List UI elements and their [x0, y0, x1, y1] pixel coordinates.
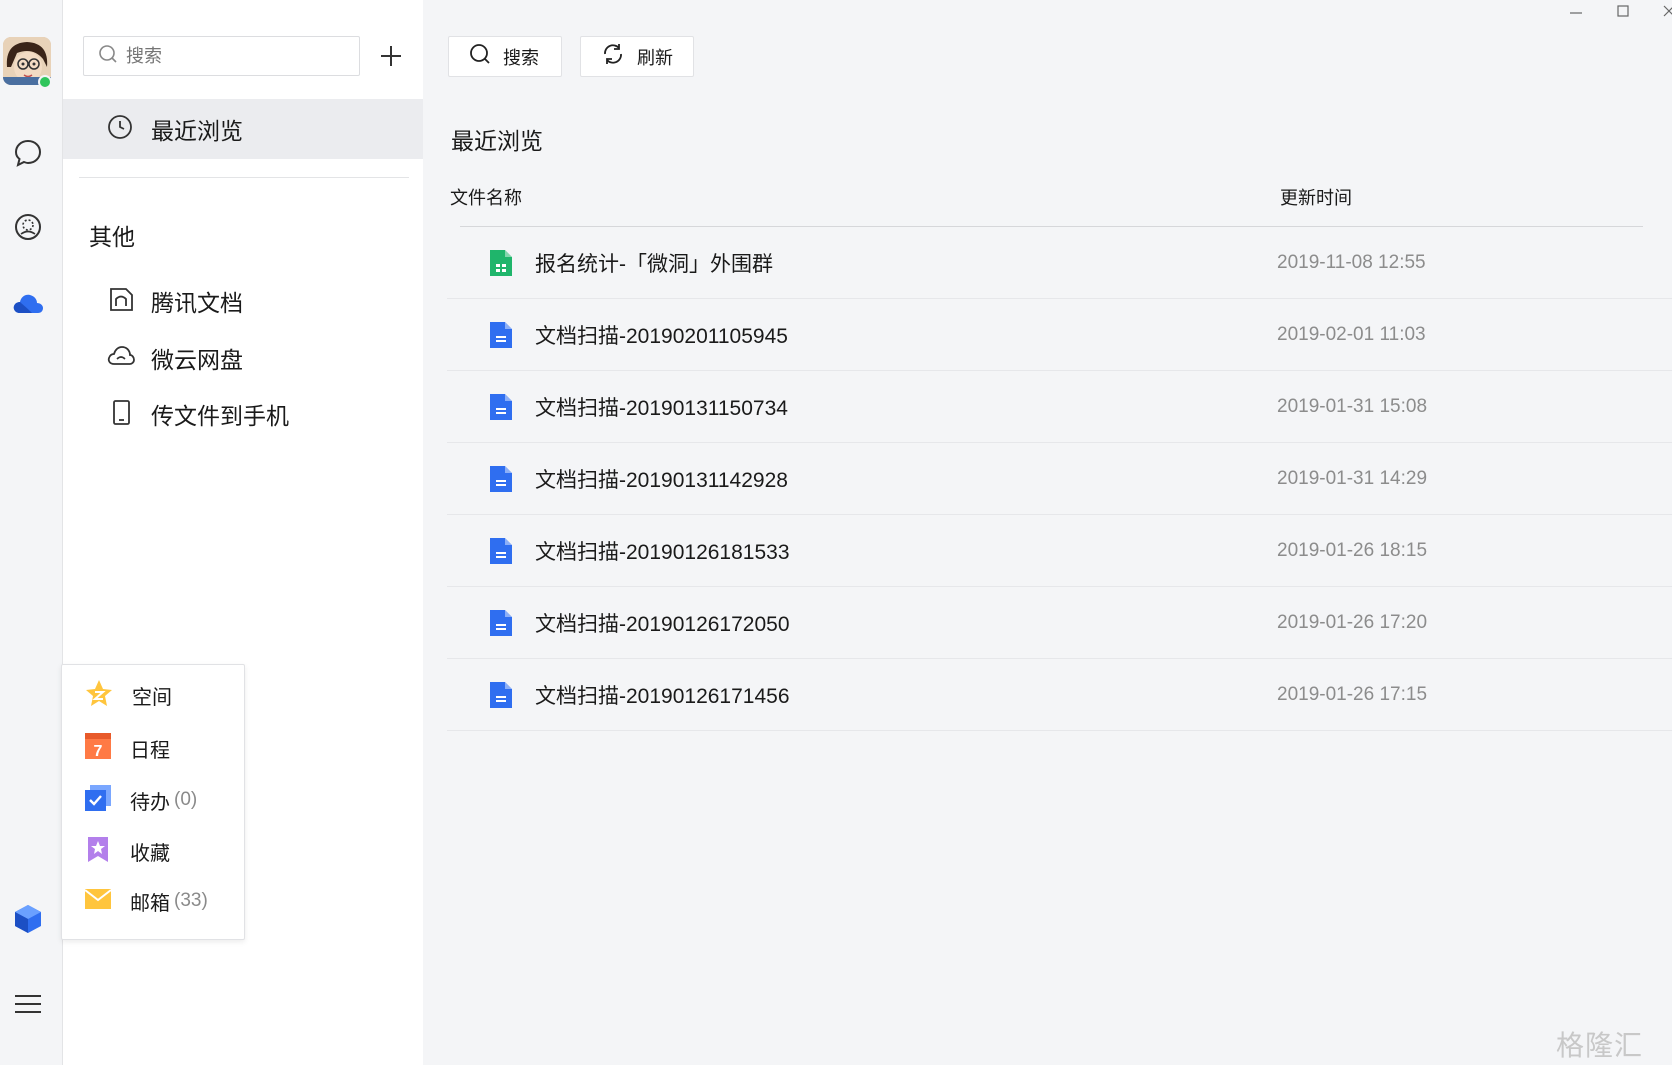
- file-row[interactable]: 文档扫描-20190201105945 2019-02-01 11:03: [447, 299, 1672, 371]
- search-box[interactable]: [83, 36, 360, 76]
- refresh-button-label: 刷新: [637, 47, 673, 68]
- menu-item-space[interactable]: 空间: [84, 675, 172, 715]
- left-rail: [0, 0, 63, 1065]
- maximize-icon: [1617, 5, 1629, 17]
- file-name: 文档扫描-20190201105945: [535, 324, 788, 348]
- sidebar-item-label: 最近浏览: [151, 118, 243, 144]
- search-icon: [469, 43, 491, 70]
- apps-popup-menu: 空间 7 日程 待办 (0) 收藏 邮箱 (33): [61, 664, 245, 940]
- divider: [79, 177, 409, 178]
- sidebar-item-tencent-docs[interactable]: 腾讯文档: [107, 281, 243, 321]
- file-updated-time: 2019-01-26 17:20: [1277, 611, 1428, 633]
- close-button[interactable]: [1649, 0, 1672, 22]
- search-button[interactable]: 搜索: [448, 36, 562, 77]
- sheet-file-icon: [489, 249, 513, 277]
- file-name: 文档扫描-20190126171456: [535, 684, 790, 708]
- mail-count: (33): [174, 890, 208, 911]
- file-updated-time: 2019-11-08 12:55: [1277, 251, 1426, 273]
- menu-item-label: 空间: [132, 686, 172, 709]
- file-name: 文档扫描-20190126172050: [535, 612, 790, 636]
- file-row[interactable]: 文档扫描-20190126172050 2019-01-26 17:20: [447, 587, 1672, 659]
- file-name: 文档扫描-20190126181533: [535, 540, 790, 564]
- menu-item-label: 日程: [130, 739, 170, 762]
- mail-icon: [84, 887, 112, 916]
- favorites-icon: [84, 835, 112, 868]
- doc-file-icon: [489, 465, 513, 493]
- doc-file-icon: [489, 681, 513, 709]
- space-star-icon: [84, 678, 114, 713]
- column-header-name[interactable]: 文件名称: [450, 184, 522, 210]
- refresh-icon: [601, 43, 625, 70]
- menu-item-calendar[interactable]: 7 日程: [84, 728, 170, 768]
- main-pane: 搜索 刷新 最近浏览 文件名称 更新时间 报名统计-「微洞」外围群 2019-11…: [423, 0, 1672, 1065]
- online-status-dot: [38, 75, 52, 89]
- cloud-icon[interactable]: [12, 287, 44, 319]
- todo-count: (0): [174, 789, 198, 810]
- page-title: 最近浏览: [451, 128, 543, 154]
- menu-item-favorites[interactable]: 收藏: [84, 831, 170, 871]
- file-updated-time: 2019-01-31 14:29: [1277, 467, 1428, 489]
- minimize-button[interactable]: [1556, 0, 1596, 22]
- watermark: 格隆汇: [1556, 1029, 1644, 1062]
- file-row[interactable]: 文档扫描-20190131150734 2019-01-31 15:08: [447, 371, 1672, 443]
- add-button[interactable]: [371, 36, 411, 76]
- menu-item-label: 收藏: [130, 842, 170, 865]
- file-row[interactable]: 文档扫描-20190126171456 2019-01-26 17:15: [447, 659, 1672, 731]
- doc-file-icon: [489, 537, 513, 565]
- file-name: 文档扫描-20190131142928: [535, 468, 788, 492]
- menu-item-mail[interactable]: 邮箱 (33): [84, 881, 208, 921]
- search-button-label: 搜索: [503, 47, 539, 68]
- workspace-icon[interactable]: [12, 903, 44, 935]
- file-row[interactable]: 文档扫描-20190131142928 2019-01-31 14:29: [447, 443, 1672, 515]
- svg-text:7: 7: [94, 743, 103, 760]
- todo-icon: [84, 784, 112, 817]
- sidebar-item-send-to-phone[interactable]: 传文件到手机: [107, 394, 289, 434]
- file-updated-time: 2019-01-26 18:15: [1277, 539, 1428, 561]
- doc-file-icon: [489, 321, 513, 349]
- file-name: 报名统计-「微洞」外围群: [535, 252, 773, 276]
- menu-icon[interactable]: [12, 988, 44, 1020]
- file-row[interactable]: 文档扫描-20190126181533 2019-01-26 18:15: [447, 515, 1672, 587]
- sidebar-item-label: 传文件到手机: [151, 403, 289, 429]
- search-icon: [98, 44, 118, 69]
- close-icon: [1663, 5, 1672, 17]
- minimize-icon: [1570, 12, 1582, 14]
- file-updated-time: 2019-01-31 15:08: [1277, 395, 1428, 417]
- menu-item-todo[interactable]: 待办 (0): [84, 780, 197, 820]
- clock-icon: [107, 114, 133, 145]
- column-header-time[interactable]: 更新时间: [1280, 184, 1352, 210]
- calendar-icon: 7: [84, 732, 112, 765]
- search-input[interactable]: [126, 45, 346, 67]
- phone-icon: [107, 398, 135, 431]
- file-updated-time: 2019-02-01 11:03: [1277, 323, 1426, 345]
- doc-file-icon: [489, 609, 513, 637]
- weiyun-cloud-icon: [107, 344, 135, 373]
- contacts-icon[interactable]: [12, 211, 44, 243]
- doc-file-icon: [489, 393, 513, 421]
- maximize-button[interactable]: [1603, 0, 1643, 22]
- menu-item-label: 邮箱: [130, 892, 170, 915]
- menu-item-label: 待办: [130, 791, 170, 814]
- file-name: 文档扫描-20190131150734: [535, 396, 788, 420]
- refresh-button[interactable]: 刷新: [580, 36, 694, 77]
- sidebar-item-weiyun[interactable]: 微云网盘: [107, 338, 243, 378]
- tencent-docs-icon: [107, 285, 135, 318]
- file-row[interactable]: 报名统计-「微洞」外围群 2019-11-08 12:55: [447, 227, 1672, 299]
- sidebar-item-recent[interactable]: 最近浏览: [63, 99, 423, 159]
- chat-icon[interactable]: [12, 137, 44, 169]
- file-updated-time: 2019-01-26 17:15: [1277, 683, 1428, 705]
- sidebar-item-label: 微云网盘: [151, 347, 243, 373]
- plus-icon: [381, 46, 401, 66]
- section-title: 其他: [89, 224, 135, 250]
- sidebar-item-label: 腾讯文档: [151, 290, 243, 316]
